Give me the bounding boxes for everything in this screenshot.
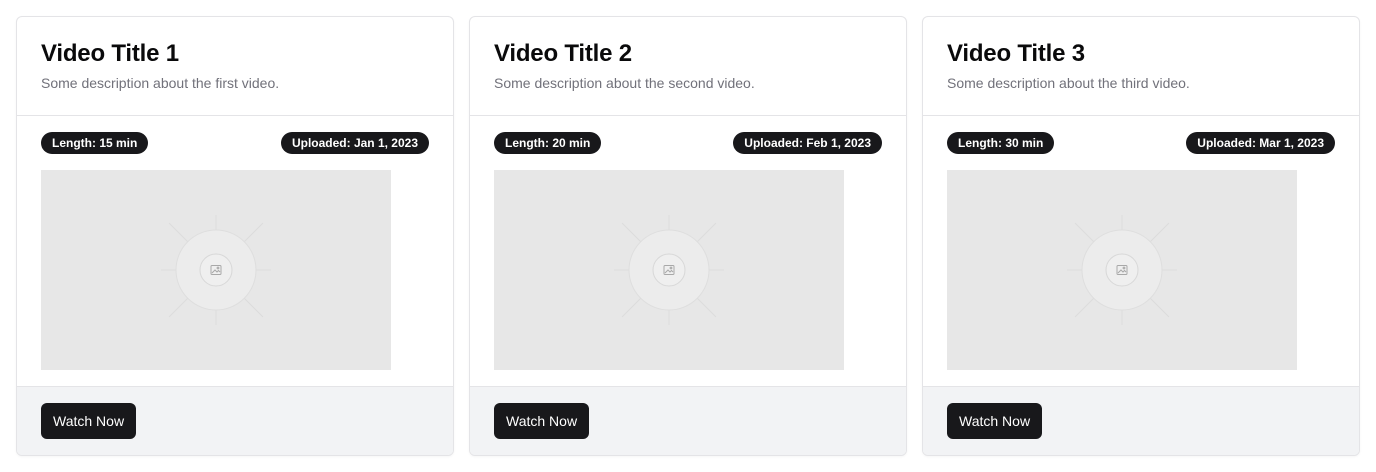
video-title: Video Title 1	[41, 40, 179, 67]
video-description: Some description about the second video.	[494, 75, 755, 91]
video-thumbnail[interactable]	[41, 170, 391, 370]
video-card: Video Title 2 Some description about the…	[469, 16, 907, 456]
watch-now-button[interactable]: Watch Now	[41, 403, 137, 439]
badge-row: Length: 20 min Uploaded: Feb 1, 2023	[494, 132, 882, 154]
card-footer: Watch Now	[470, 386, 906, 455]
image-placeholder-icon	[614, 215, 724, 325]
card-body: Length: 20 min Uploaded: Feb 1, 2023	[470, 116, 906, 386]
video-card: Video Title 3 Some description about the…	[922, 16, 1360, 456]
watch-now-button[interactable]: Watch Now	[494, 403, 590, 439]
card-body: Length: 15 min Uploaded: Jan 1, 2023	[17, 116, 453, 386]
card-footer: Watch Now	[923, 386, 1359, 455]
video-title: Video Title 2	[494, 40, 632, 67]
badge-row: Length: 30 min Uploaded: Mar 1, 2023	[947, 132, 1335, 154]
video-card-grid: Video Title 1 Some description about the…	[16, 16, 1360, 456]
watch-now-button[interactable]: Watch Now	[947, 403, 1043, 439]
video-thumbnail[interactable]	[947, 170, 1297, 370]
video-description: Some description about the third video.	[947, 75, 1190, 91]
card-header: Video Title 3 Some description about the…	[923, 17, 1359, 116]
video-card: Video Title 1 Some description about the…	[16, 16, 454, 456]
card-header: Video Title 1 Some description about the…	[17, 17, 453, 116]
uploaded-badge: Uploaded: Mar 1, 2023	[1186, 132, 1335, 154]
badge-row: Length: 15 min Uploaded: Jan 1, 2023	[41, 132, 429, 154]
image-placeholder-icon	[161, 215, 271, 325]
card-header: Video Title 2 Some description about the…	[470, 17, 906, 116]
video-title: Video Title 3	[947, 40, 1085, 67]
video-description: Some description about the first video.	[41, 75, 280, 91]
video-thumbnail[interactable]	[494, 170, 844, 370]
uploaded-badge: Uploaded: Feb 1, 2023	[733, 132, 882, 154]
card-body: Length: 30 min Uploaded: Mar 1, 2023	[923, 116, 1359, 386]
uploaded-badge: Uploaded: Jan 1, 2023	[280, 132, 429, 154]
image-placeholder-icon	[1067, 215, 1177, 325]
length-badge: Length: 30 min	[947, 132, 1055, 154]
card-footer: Watch Now	[17, 386, 453, 455]
length-badge: Length: 20 min	[494, 132, 602, 154]
length-badge: Length: 15 min	[41, 132, 149, 154]
